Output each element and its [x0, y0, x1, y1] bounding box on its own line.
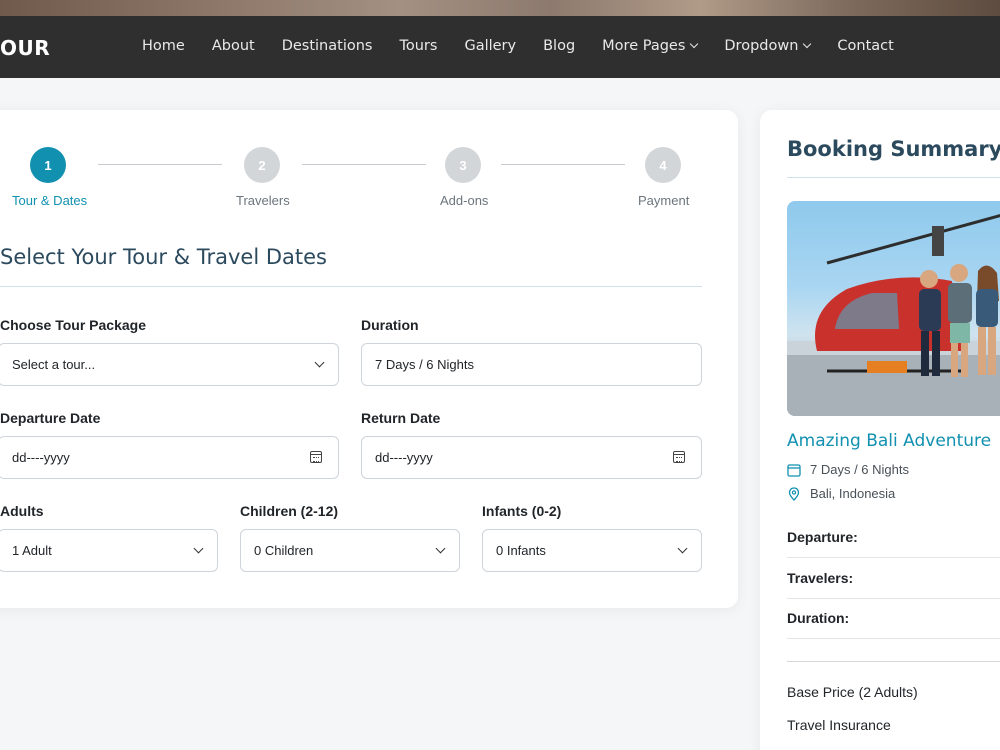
nav-tours[interactable]: Tours [399, 38, 437, 54]
step-3-label: Add-ons [440, 193, 489, 208]
nav-dropdown[interactable]: Dropdown [724, 38, 812, 54]
navbar: OUR Home About Destinations Tours Galler… [0, 16, 1000, 78]
tour-package-value: Select a tour... [12, 357, 96, 372]
nav-contact[interactable]: Contact [837, 38, 893, 54]
summary-departure-label: Departure: [787, 529, 858, 545]
departure-date-value: dd----yyyy [12, 450, 70, 465]
return-date-label: Return Date [361, 410, 441, 426]
step-2-circle[interactable]: 2 [244, 147, 280, 183]
calendar-icon[interactable] [673, 451, 685, 463]
step-2-label: Travelers [236, 193, 290, 208]
step-connector [302, 164, 426, 165]
duration-label: Duration [361, 317, 419, 333]
tour-duration-meta: 7 Days / 6 Nights [787, 462, 909, 477]
section-divider [0, 286, 702, 287]
nav-more-pages-label: More Pages [602, 38, 686, 54]
calendar-icon[interactable] [310, 451, 322, 463]
chevron-down-icon [677, 543, 688, 554]
adults-select[interactable]: 1 Adult [0, 529, 218, 572]
departure-date-input[interactable]: dd----yyyy [0, 436, 339, 479]
summary-title: Booking Summary [787, 137, 1000, 161]
adults-label: Adults [0, 503, 44, 519]
chevron-down-icon [435, 543, 446, 554]
site-logo[interactable]: OUR [0, 36, 50, 60]
nav-about[interactable]: About [212, 38, 255, 54]
form-section-title: Select Your Tour & Travel Dates [0, 245, 327, 269]
tour-name: Amazing Bali Adventure [787, 431, 992, 451]
main-nav: Home About Destinations Tours Gallery Bl… [142, 38, 921, 54]
return-date-value: dd----yyyy [375, 450, 433, 465]
children-value: 0 Children [254, 543, 314, 558]
nav-home[interactable]: Home [142, 38, 185, 54]
nav-more-pages[interactable]: More Pages [602, 38, 699, 54]
tour-location-text: Bali, Indonesia [810, 486, 896, 501]
summary-divider [787, 177, 1000, 178]
infants-label: Infants (0-2) [482, 503, 562, 519]
tour-package-select[interactable]: Select a tour... [0, 343, 339, 386]
nav-dropdown-label: Dropdown [724, 38, 799, 54]
tour-package-label: Choose Tour Package [0, 317, 147, 333]
tour-photo [787, 201, 1000, 416]
infants-value: 0 Infants [496, 543, 546, 558]
children-select[interactable]: 0 Children [240, 529, 460, 572]
return-date-input[interactable]: dd----yyyy [361, 436, 702, 479]
summary-travelers-label: Travelers: [787, 570, 854, 586]
chevron-down-icon [193, 543, 204, 554]
helicopter-photo-illustration [787, 214, 1000, 416]
departure-date-label: Departure Date [0, 410, 101, 426]
hero-image-strip [0, 0, 1000, 16]
travel-insurance-label: Travel Insurance [787, 717, 891, 733]
tour-duration-text: 7 Days / 6 Nights [810, 462, 909, 477]
summary-price-divider [787, 661, 1000, 662]
progress-steps: 1 2 3 4 Tour & Dates Travelers Add-ons P… [0, 147, 740, 217]
chevron-down-icon [690, 39, 699, 49]
tour-location-meta: Bali, Indonesia [787, 486, 895, 501]
adults-value: 1 Adult [12, 543, 52, 558]
summary-duration-label: Duration: [787, 610, 850, 626]
chevron-down-icon [803, 39, 812, 49]
step-3-circle[interactable]: 3 [445, 147, 481, 183]
calendar-icon [787, 463, 801, 477]
step-4-circle[interactable]: 4 [645, 147, 681, 183]
summary-row-divider [787, 598, 1000, 599]
step-1-circle[interactable]: 1 [30, 147, 66, 183]
map-pin-icon [788, 486, 800, 501]
step-connector [501, 164, 625, 165]
nav-gallery[interactable]: Gallery [464, 38, 516, 54]
summary-row-divider [787, 557, 1000, 558]
summary-row-divider [787, 638, 1000, 639]
infants-select[interactable]: 0 Infants [482, 529, 702, 572]
step-4-label: Payment [638, 193, 690, 208]
nav-destinations[interactable]: Destinations [282, 38, 373, 54]
base-price-label: Base Price (2 Adults) [787, 684, 918, 700]
chevron-down-icon [314, 357, 325, 368]
duration-value: 7 Days / 6 Nights [375, 357, 474, 372]
step-1-label: Tour & Dates [12, 193, 88, 208]
duration-field[interactable]: 7 Days / 6 Nights [361, 343, 702, 386]
step-connector [98, 164, 222, 165]
children-label: Children (2-12) [240, 503, 339, 519]
nav-blog[interactable]: Blog [543, 38, 575, 54]
